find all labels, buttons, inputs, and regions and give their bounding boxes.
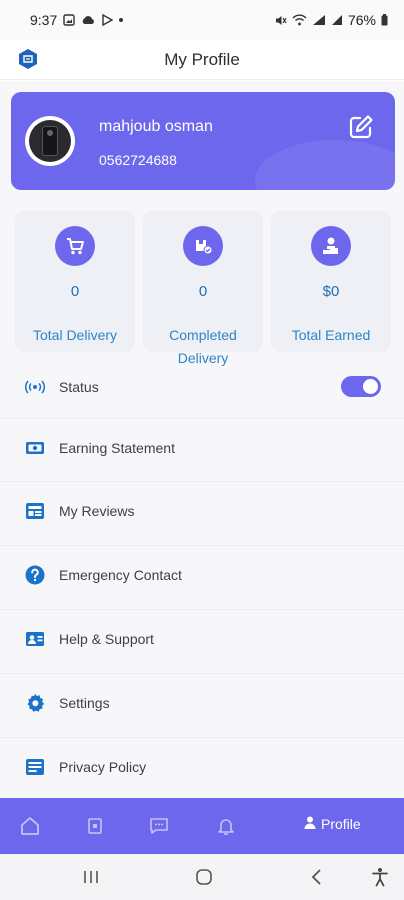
menu-item-label: My Reviews: [59, 503, 135, 519]
stat-value: 0: [70, 283, 80, 300]
system-navigation-bar: [0, 854, 404, 900]
nav-profile-tab[interactable]: Profile: [304, 816, 361, 832]
cash-icon: [24, 437, 46, 459]
back-icon[interactable]: [306, 866, 328, 888]
profile-icon: [304, 816, 316, 832]
broadcast-icon: [24, 376, 46, 398]
box-check-icon: [183, 226, 223, 266]
menu-item-emergency-contact[interactable]: Emergency Contact: [0, 546, 404, 610]
home-icon[interactable]: [18, 814, 42, 838]
menu-item-label: Emergency Contact: [59, 567, 182, 583]
dot-notification-icon: [119, 18, 124, 22]
help-circle-icon: [24, 564, 46, 586]
bottom-navigation: Profile: [0, 798, 404, 854]
gallery-notification-icon: [63, 14, 75, 26]
orders-icon[interactable]: [83, 814, 107, 838]
menu-item-label: Earning Statement: [59, 440, 175, 456]
money-hand-icon: [311, 226, 351, 266]
call-signal-icon: [312, 14, 326, 26]
status-time: 9:37: [30, 12, 58, 28]
stat-value: 0: [198, 283, 208, 300]
status-bar: 9:37 76%: [0, 0, 404, 40]
menu-item-settings[interactable]: Settings: [0, 674, 404, 738]
gear-icon: [24, 692, 46, 714]
profile-name: mahjoub osman: [99, 118, 213, 135]
wifi-icon: [292, 14, 307, 26]
accessibility-icon[interactable]: [369, 866, 391, 888]
nav-profile-label: Profile: [321, 816, 361, 832]
policy-icon: [24, 756, 46, 778]
play-notification-icon: [101, 14, 114, 26]
recent-apps-icon[interactable]: [80, 866, 102, 888]
menu-item-help-support[interactable]: Help & Support: [0, 610, 404, 674]
stat-label: Completed: [169, 327, 237, 343]
menu-item-my-reviews[interactable]: My Reviews: [0, 482, 404, 546]
mute-icon: [274, 14, 287, 27]
menu-item-label: Status: [59, 379, 99, 395]
stat-completed-delivery[interactable]: 0 Completed Delivery: [143, 210, 263, 366]
signal-icon: [331, 14, 343, 26]
profile-phone: 0562724688: [99, 152, 177, 168]
stat-total-delivery[interactable]: 0 Total Delivery: [15, 210, 135, 352]
stat-label: Total Earned: [291, 327, 371, 343]
battery-icon: [381, 14, 388, 26]
stat-label: Total Delivery: [32, 327, 118, 343]
avatar[interactable]: [25, 116, 75, 166]
stat-total-earned[interactable]: $0 Total Earned: [271, 210, 391, 352]
bell-icon[interactable]: [214, 814, 238, 838]
battery-percent: 76%: [347, 12, 376, 28]
cloud-notification-icon: [81, 15, 95, 25]
contact-card-icon: [24, 628, 46, 650]
status-toggle[interactable]: [341, 376, 381, 397]
cart-icon: [55, 226, 95, 266]
chat-icon[interactable]: [147, 814, 171, 838]
menu-item-label: Privacy Policy: [59, 759, 147, 775]
profile-card: mahjoub osman 0562724688: [11, 92, 395, 190]
stat-value: $0: [322, 283, 340, 300]
menu-item-label: Settings: [59, 695, 110, 711]
menu-item-privacy-policy[interactable]: Privacy Policy: [0, 738, 404, 802]
menu-item-label: Help & Support: [59, 631, 154, 647]
app-header: My Profile: [0, 40, 404, 80]
edit-profile-icon[interactable]: [348, 114, 374, 140]
home-button-icon[interactable]: [193, 866, 215, 888]
menu-item-earning-statement[interactable]: Earning Statement: [0, 418, 404, 482]
reviews-icon: [24, 500, 46, 522]
page-title: My Profile: [164, 50, 240, 69]
